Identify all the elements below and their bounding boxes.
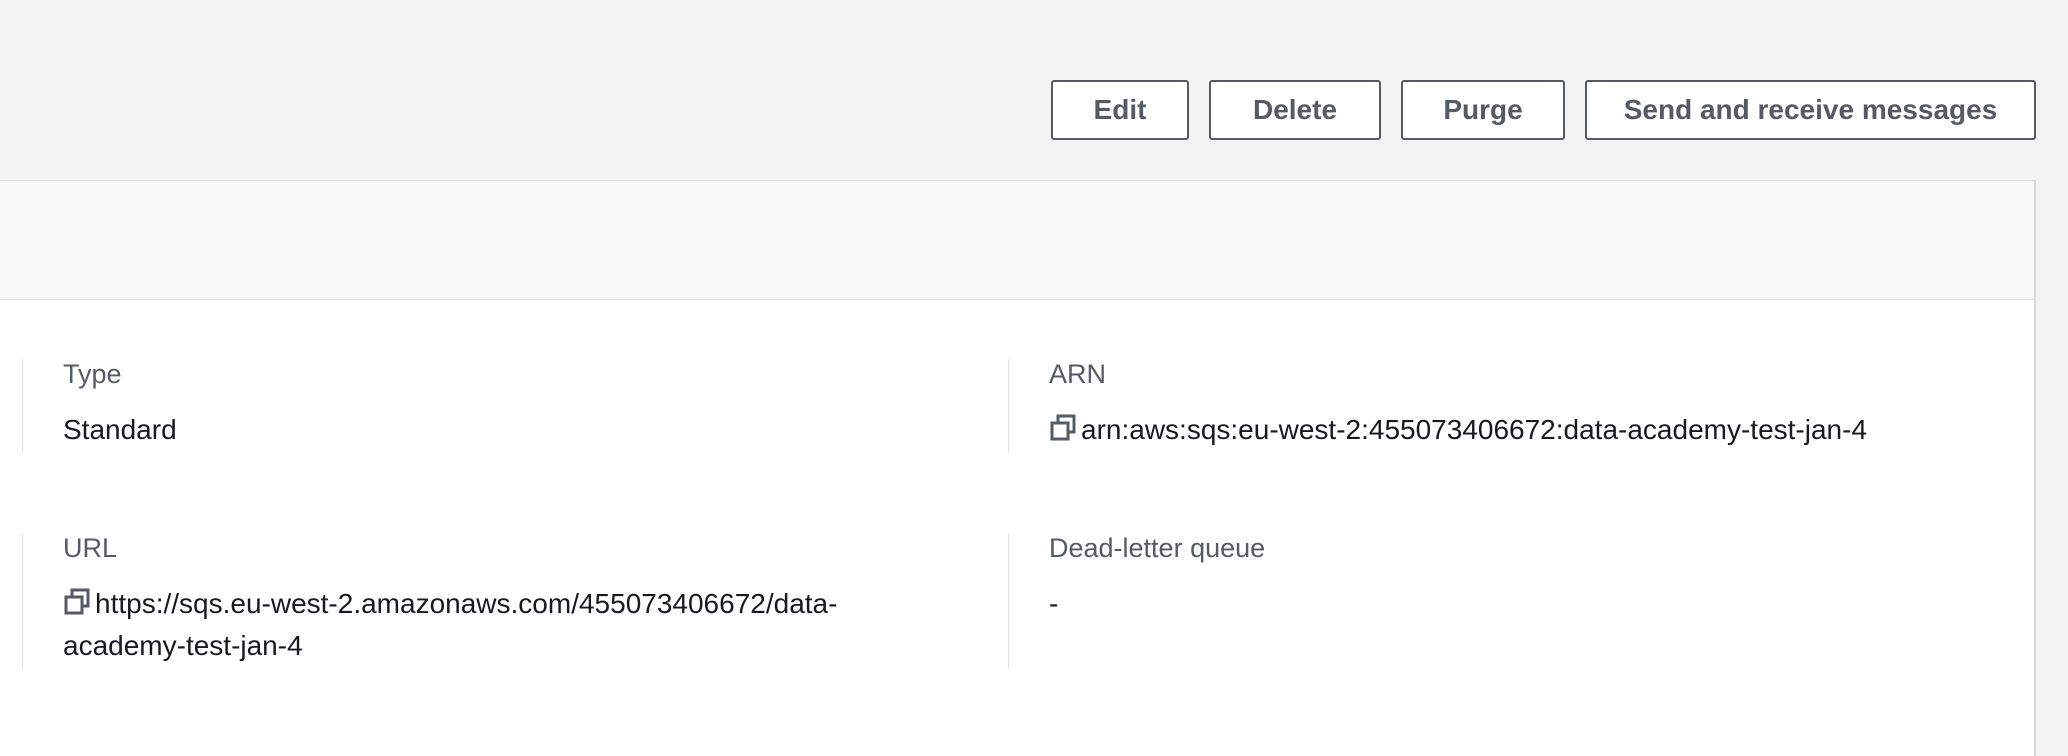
copy-icon[interactable] xyxy=(1049,414,1077,442)
arn-label: ARN xyxy=(1049,359,1107,389)
arn-value: arn:aws:sqs:eu-west-2:455073406672:data-… xyxy=(1081,414,1868,445)
delete-button[interactable]: Delete xyxy=(1209,80,1381,140)
url-value: https://sqs.eu-west-2.amazonaws.com/4550… xyxy=(63,588,838,661)
type-field: Type Standard xyxy=(22,359,1002,453)
edit-button[interactable]: Edit xyxy=(1051,80,1189,140)
url-label: URL xyxy=(63,533,118,563)
dead-letter-queue-label: Dead-letter queue xyxy=(1049,533,1266,563)
send-and-receive-messages-button[interactable]: Send and receive messages xyxy=(1585,80,2036,140)
dead-letter-queue-value: - xyxy=(1049,588,1059,619)
dead-letter-queue-field: Dead-letter queue - xyxy=(1008,533,2028,668)
url-field: URL https://sqs.eu-west-2.amazonaws.com/… xyxy=(22,533,1002,668)
queue-details-page: Edit Delete Purge Send and receive messa… xyxy=(0,0,2068,756)
details-panel-header xyxy=(0,181,2034,300)
copy-icon[interactable] xyxy=(63,588,91,616)
type-label: Type xyxy=(63,359,122,389)
queue-actions-toolbar: Edit Delete Purge Send and receive messa… xyxy=(1051,80,2036,140)
details-panel xyxy=(0,180,2036,756)
arn-field: ARN arn:aws:sqs:eu-west-2:455073406672:d… xyxy=(1008,359,2028,453)
arn-value-row: arn:aws:sqs:eu-west-2:455073406672:data-… xyxy=(1049,409,1867,451)
type-value: Standard xyxy=(63,414,177,445)
purge-button[interactable]: Purge xyxy=(1401,80,1565,140)
url-value-row: https://sqs.eu-west-2.amazonaws.com/4550… xyxy=(63,583,923,667)
